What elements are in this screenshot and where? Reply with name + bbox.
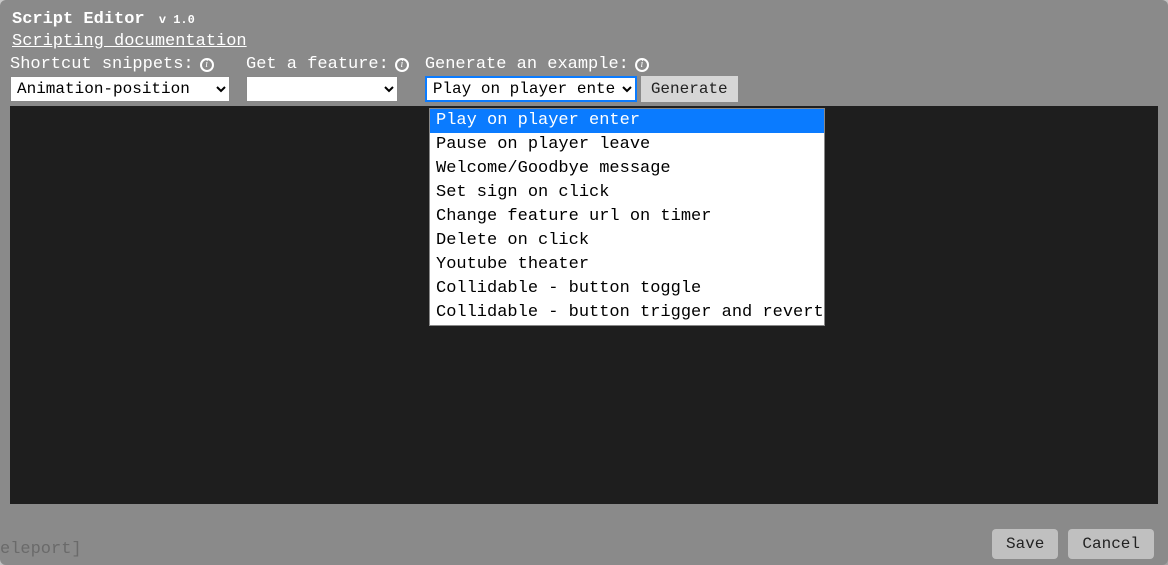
example-option[interactable]: Collidable - button trigger and revert [430, 301, 824, 325]
app-title: Script Editor [12, 10, 145, 29]
save-button[interactable]: Save [992, 529, 1058, 559]
toolbar: Shortcut snippets: i Animation-position … [0, 55, 1168, 106]
snippet-select[interactable]: Animation-position [10, 76, 230, 102]
header: Script Editor v 1.0 Scripting documentat… [0, 0, 1168, 55]
example-option[interactable]: Set sign on click [430, 181, 824, 205]
documentation-link[interactable]: Scripting documentation [12, 32, 247, 51]
snippet-group: Shortcut snippets: i Animation-position [10, 55, 230, 102]
help-icon[interactable]: i [395, 58, 409, 72]
example-option[interactable]: Play on player enter [430, 109, 824, 133]
feature-select[interactable] [246, 76, 398, 102]
example-label: Generate an example: i [425, 55, 738, 74]
help-icon[interactable]: i [635, 58, 649, 72]
help-icon[interactable]: i [200, 58, 214, 72]
generate-button[interactable]: Generate [641, 76, 738, 102]
app-version: v 1.0 [159, 13, 195, 27]
footer: eleport] Save Cancel [0, 529, 1154, 559]
example-option[interactable]: Collidable - button toggle [430, 277, 824, 301]
cancel-button[interactable]: Cancel [1068, 529, 1154, 559]
example-option[interactable]: Delete on click [430, 229, 824, 253]
title-line: Script Editor v 1.0 [12, 10, 1156, 29]
example-option[interactable]: Pause on player leave [430, 133, 824, 157]
example-option[interactable]: Welcome/Goodbye message [430, 157, 824, 181]
example-dropdown-list[interactable]: Play on player enterPause on player leav… [429, 108, 825, 326]
example-option[interactable]: Change feature url on timer [430, 205, 824, 229]
example-option[interactable]: Youtube theater [430, 253, 824, 277]
example-group: Generate an example: i Play on player en… [425, 55, 738, 102]
snippet-label: Shortcut snippets: i [10, 55, 230, 74]
feature-label: Get a feature: i [246, 55, 409, 74]
feature-group: Get a feature: i [246, 55, 409, 102]
example-select[interactable]: Play on player enter [425, 76, 637, 102]
background-fragment: eleport] [0, 540, 82, 559]
